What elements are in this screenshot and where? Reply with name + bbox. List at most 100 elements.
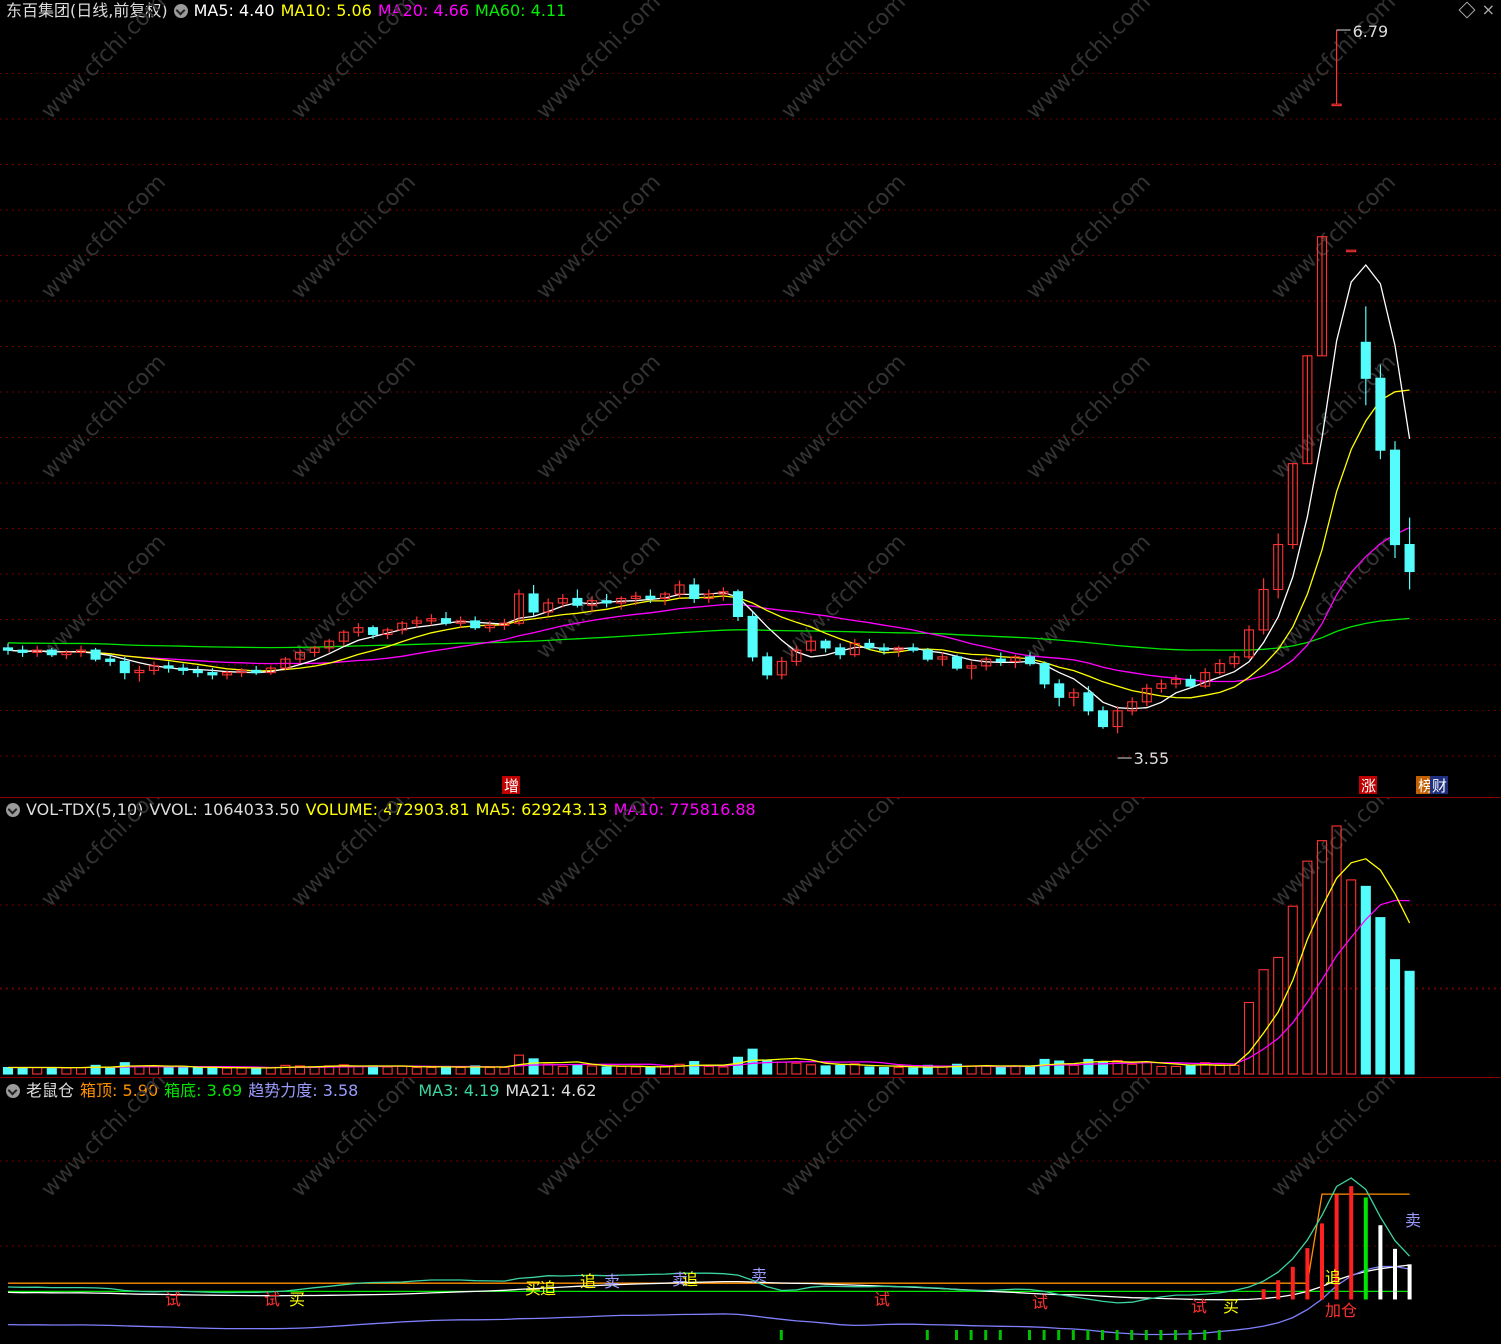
- ma10-line: [7, 389, 1410, 699]
- indicator-bar: [1320, 1223, 1324, 1300]
- watermark-text: www.cfchi.com: [1022, 1078, 1156, 1202]
- volume-bar: [908, 1067, 919, 1075]
- watermark-text: www.cfchi.com: [287, 798, 421, 912]
- signal-label: 买: [289, 1290, 305, 1309]
- volume-bar: [1185, 1065, 1196, 1075]
- volume-bar: [1156, 1065, 1167, 1075]
- watermark-text: www.cfchi.com: [777, 350, 911, 484]
- watermark-text: www.cfchi.com: [287, 0, 421, 124]
- candle: [951, 656, 963, 669]
- indicator-neg-bar: [1115, 1330, 1119, 1340]
- volume-bar: [382, 1066, 393, 1075]
- volume-bar: [981, 1065, 992, 1075]
- volume-bar: [966, 1065, 977, 1075]
- volume-bar: [1127, 1063, 1138, 1075]
- watermark-text: www.cfchi.com: [532, 0, 666, 124]
- watermark-text: www.cfchi.com: [532, 1078, 666, 1202]
- signal-label: 追: [1325, 1268, 1341, 1287]
- volume-bar: [616, 1065, 627, 1075]
- watermark-text: www.cfchi.com: [532, 170, 666, 304]
- indicator-bar: [1393, 1248, 1397, 1300]
- candle: [46, 649, 57, 656]
- vol-ma10-line: [8, 899, 1410, 1069]
- volume-bar: [805, 1064, 817, 1075]
- watermark-text: www.cfchi.com: [37, 170, 171, 304]
- indicator-bar: [1290, 1266, 1295, 1300]
- volume-bar: [1068, 1064, 1079, 1075]
- volume-bar: [864, 1066, 875, 1075]
- candle: [1097, 710, 1109, 728]
- watermark-text: www.cfchi.com: [37, 0, 171, 124]
- candle: [820, 640, 831, 649]
- candle: [163, 665, 174, 669]
- candle: [2, 647, 14, 651]
- indicator-neg-bar: [969, 1330, 973, 1340]
- signal-label: 试: [264, 1290, 280, 1309]
- signal-label: 追: [682, 1270, 698, 1289]
- candle: [192, 669, 203, 674]
- candle: [864, 642, 875, 649]
- watermark-text: www.cfchi.com: [1022, 798, 1156, 912]
- volume-bar: [557, 1065, 568, 1075]
- volume-bar: [893, 1066, 904, 1075]
- candle: [207, 672, 218, 676]
- volume-bar: [236, 1067, 247, 1075]
- watermark-text: www.cfchi.com: [37, 1078, 171, 1202]
- price-panel[interactable]: 东百集团(日线,前复权) MA5: 4.40 MA10: 5.06 MA20: 4.6…: [0, 0, 1501, 797]
- indicator-bar: [1363, 1197, 1368, 1300]
- high-price-label: 6.79: [1353, 22, 1389, 41]
- candle: [17, 649, 28, 653]
- indicator-chart[interactable]: www.cfchi.com www.cfchi.com www.cfchi.com w…: [0, 1078, 1501, 1344]
- volume-bar: [75, 1066, 87, 1075]
- candle: [90, 649, 101, 660]
- indicator-neg-bar: [1086, 1330, 1090, 1340]
- candle: [572, 597, 583, 606]
- signal-label: 追: [540, 1279, 556, 1298]
- ma5-line: [7, 263, 1411, 710]
- volume-bar: [659, 1065, 671, 1075]
- indicator-neg-bar: [1130, 1330, 1134, 1340]
- indicator-neg-bar: [1144, 1330, 1148, 1340]
- event-marker: 财: [1432, 777, 1447, 795]
- candle: [1404, 543, 1415, 573]
- candle: [1346, 249, 1357, 253]
- event-marker: 增: [504, 777, 519, 795]
- volume-bar: [820, 1065, 831, 1075]
- volume-bar: [61, 1067, 72, 1075]
- indicator-neg-bar: [1159, 1330, 1163, 1340]
- ma20-line: [7, 527, 1410, 683]
- indicator-neg-bar: [1188, 1330, 1192, 1340]
- indicator-bar: [1407, 1264, 1412, 1300]
- volume-bar: [1302, 860, 1313, 1075]
- candle: [1083, 692, 1094, 712]
- volume-bar: [46, 1066, 57, 1075]
- volume-bar: [178, 1066, 189, 1075]
- volume-panel[interactable]: VOL-TDX(5,10) VVOL: 1064033.50 VOLUME: 472…: [0, 798, 1501, 1077]
- candle: [732, 591, 744, 617]
- indicator-panel[interactable]: 老鼠仓 箱顶: 5.90 箱底: 3.69 趋势力度: 3.58 MA3: 4.19 MA…: [0, 1078, 1501, 1344]
- candle: [689, 584, 700, 600]
- indicator-neg-bar: [925, 1330, 929, 1340]
- ma60-line: [7, 617, 1410, 651]
- indicator-neg-bar: [1028, 1330, 1031, 1340]
- volume-bar: [192, 1066, 203, 1075]
- price-chart[interactable]: www.cfchi.com www.cfchi.com www.cfchi.com w…: [0, 0, 1501, 797]
- volume-bar: [1024, 1065, 1036, 1075]
- candle: [762, 656, 773, 676]
- signal-label: 卖: [1405, 1211, 1421, 1230]
- signal-label: 卖: [604, 1272, 620, 1291]
- volume-bar: [426, 1066, 437, 1075]
- box-top-line: [8, 1193, 1410, 1284]
- volume-chart[interactable]: www.cfchi.com www.cfchi.com www.cfchi.com w…: [0, 798, 1501, 1077]
- low-price-label: 3.55: [1134, 749, 1170, 768]
- watermark-text: www.cfchi.com: [777, 0, 911, 124]
- volume-bar: [1229, 1064, 1240, 1075]
- volume-bar: [1054, 1060, 1065, 1075]
- volume-bar: [207, 1066, 218, 1075]
- candle: [1039, 663, 1050, 685]
- candle: [1024, 656, 1036, 665]
- volume-bar: [148, 1065, 160, 1075]
- candle: [440, 618, 452, 624]
- volume-bar: [17, 1066, 28, 1075]
- candle: [747, 615, 758, 658]
